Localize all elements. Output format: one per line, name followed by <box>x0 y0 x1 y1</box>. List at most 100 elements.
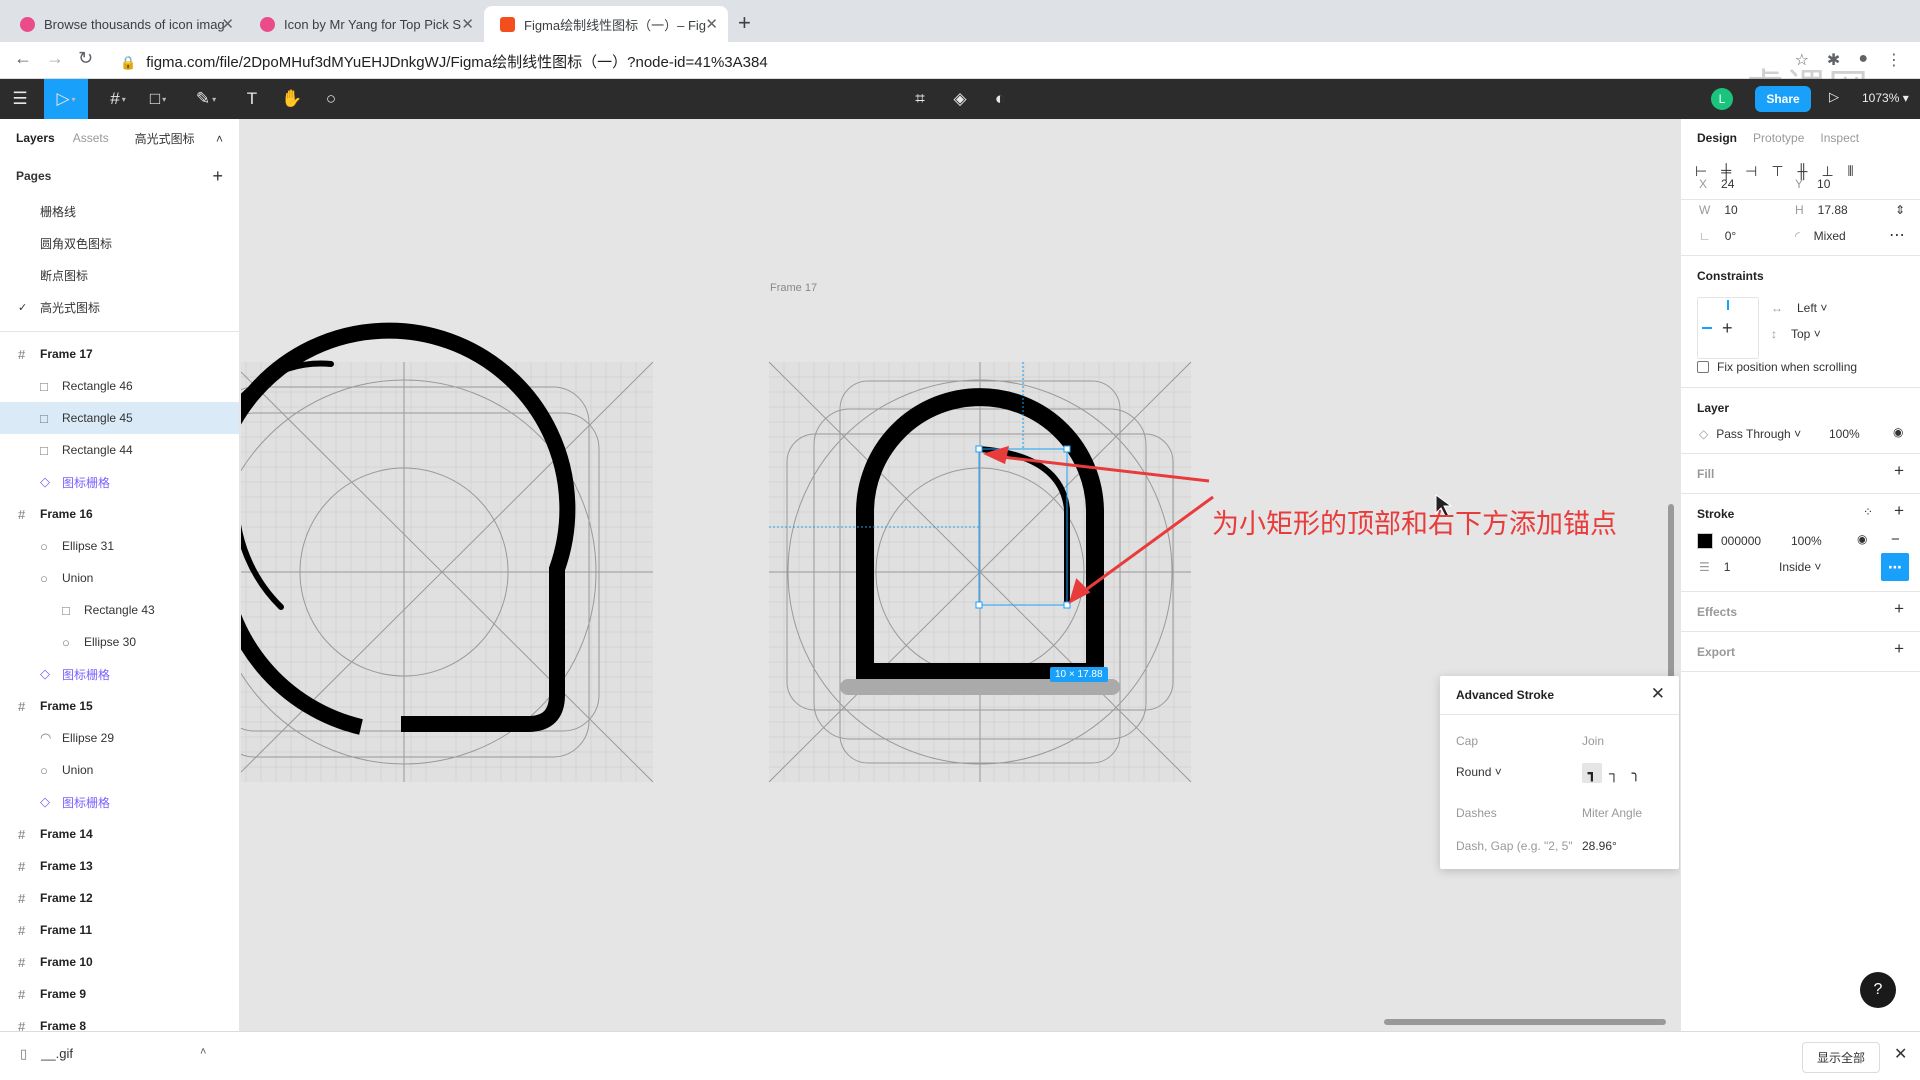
layer-item[interactable]: # Frame 15 <box>0 690 239 722</box>
move-tool[interactable]: ▷ ▾ <box>44 79 88 119</box>
eye-icon[interactable]: ◉ <box>1857 532 1867 546</box>
help-icon[interactable]: ? <box>1860 972 1896 1008</box>
fix-position-checkbox[interactable] <box>1697 361 1709 373</box>
tab-inspect[interactable]: Inspect <box>1820 131 1859 145</box>
url-field[interactable]: 🔒 figma.com/file/2DpoMHuf3dMYuEHJDnkgWJ/F… <box>120 51 768 72</box>
tab-design[interactable]: Design <box>1697 131 1737 145</box>
join-round-icon[interactable]: ╮ <box>1626 763 1646 783</box>
layer-item[interactable]: # Frame 16 <box>0 498 239 530</box>
layer-item[interactable]: □ Rectangle 46 <box>0 370 239 402</box>
w-field[interactable]: W 10 <box>1699 203 1738 217</box>
add-page-icon[interactable]: + <box>212 166 223 187</box>
layer-item[interactable]: ◇ 图标栅格 <box>0 466 239 498</box>
vertical-scrollbar[interactable] <box>1668 504 1674 704</box>
star-icon[interactable]: ☆ <box>1795 50 1809 70</box>
stroke-color-hex[interactable]: 000000 <box>1721 534 1761 548</box>
tab-layers[interactable]: Layers <box>16 131 55 145</box>
browser-tab-1[interactable]: Browse thousands of icon imag ✕ <box>4 6 244 42</box>
layer-item[interactable]: # Frame 12 <box>0 882 239 914</box>
component-icon[interactable]: ◈ <box>940 79 980 119</box>
close-icon[interactable]: ✕ <box>1894 1044 1907 1064</box>
layer-item[interactable]: ○ Union <box>0 754 239 786</box>
download-item[interactable]: ▯ __.gif <box>20 1046 73 1062</box>
rotation-field[interactable]: ∟ 0° <box>1699 229 1736 243</box>
pen-tool[interactable]: ✎ ▾ <box>186 79 226 119</box>
layer-item[interactable]: # Frame 8 <box>0 1010 239 1032</box>
add-stroke-icon[interactable]: + <box>1894 501 1904 521</box>
layer-item[interactable]: # Frame 17 <box>0 338 239 370</box>
constraint-horizontal[interactable]: ↔ Left ˅ <box>1771 301 1827 315</box>
layer-item[interactable]: # Frame 10 <box>0 946 239 978</box>
chevron-up-icon[interactable]: ˄ <box>200 1046 206 1058</box>
page-selector[interactable]: 高光式图标 ˄ <box>135 130 223 147</box>
join-bevel-icon[interactable]: ┐ <box>1604 763 1624 783</box>
shape-tool[interactable]: □ ▾ <box>138 79 178 119</box>
back-icon[interactable]: ← <box>14 48 32 69</box>
horizontal-scrollbar[interactable] <box>1384 1019 1666 1025</box>
join-miter-icon[interactable]: ┓ <box>1582 763 1602 783</box>
tab-prototype[interactable]: Prototype <box>1753 131 1804 145</box>
frame-tool[interactable]: # ▾ <box>98 79 138 119</box>
layer-item[interactable]: ○ Union <box>0 562 239 594</box>
layer-item[interactable]: # Frame 13 <box>0 850 239 882</box>
layer-item[interactable]: ◠ Ellipse 29 <box>0 722 239 754</box>
browser-tab-2[interactable]: Icon by Mr Yang for Top Pick S ✕ <box>244 6 484 42</box>
reload-icon[interactable]: ↻ <box>78 48 93 69</box>
crop-icon[interactable]: ⌗ <box>900 79 940 119</box>
zoom-level[interactable]: 1073% ▾ <box>1862 91 1909 105</box>
add-fill-icon[interactable]: + <box>1894 461 1904 481</box>
page-item-current[interactable]: ✓ 高光式图标 <box>0 291 239 323</box>
new-tab-icon[interactable]: + <box>738 10 751 36</box>
present-icon[interactable]: ▷ <box>1829 89 1839 105</box>
layer-item[interactable]: # Frame 11 <box>0 914 239 946</box>
layer-item[interactable]: ◇ 图标栅格 <box>0 786 239 818</box>
radius-field[interactable]: ◜ Mixed <box>1795 229 1846 243</box>
canvas[interactable]: Frame 17 10 × 17.88 为小矩形的顶部和右下方添加锚点 <box>241 119 1679 1031</box>
constrain-proportions-icon[interactable]: ⇕ <box>1895 203 1905 217</box>
layer-item[interactable]: # Frame 14 <box>0 818 239 850</box>
x-field[interactable]: X 24 <box>1699 177 1734 191</box>
add-effect-icon[interactable]: + <box>1894 599 1904 619</box>
constraint-vertical[interactable]: ↕ Top ˅ <box>1771 327 1821 341</box>
layer-item[interactable]: □ Rectangle 44 <box>0 434 239 466</box>
text-tool[interactable]: T <box>232 79 272 119</box>
h-field[interactable]: H 17.88 <box>1795 203 1848 217</box>
advanced-stroke-button[interactable]: ⋯ <box>1881 553 1909 581</box>
blend-mode-select[interactable]: ◇ Pass Through ˅ <box>1699 427 1801 441</box>
close-icon[interactable]: ✕ <box>705 15 718 33</box>
hand-tool[interactable]: ✋ <box>272 79 312 119</box>
share-button[interactable]: Share <box>1755 86 1811 112</box>
align-right-icon[interactable]: ⊣ <box>1745 163 1757 180</box>
y-field[interactable]: Y 10 <box>1795 177 1830 191</box>
cap-select[interactable]: Round ˅ <box>1456 765 1502 779</box>
contrast-icon[interactable]: ◐ <box>980 79 1020 119</box>
eye-icon[interactable]: ◉ <box>1893 425 1903 439</box>
remove-stroke-icon[interactable]: − <box>1891 531 1900 548</box>
page-item[interactable]: 断点图标 <box>0 259 239 291</box>
page-item[interactable]: 圆角双色图标 <box>0 227 239 259</box>
stroke-color-swatch[interactable] <box>1697 533 1713 549</box>
stroke-opacity[interactable]: 100% <box>1791 534 1822 548</box>
constraints-widget[interactable]: + <box>1697 297 1759 359</box>
main-menu-icon[interactable]: ☰ <box>0 79 40 119</box>
close-icon[interactable]: ✕ <box>1651 684 1665 704</box>
extensions-icon[interactable]: ✱ <box>1827 50 1840 70</box>
align-top-icon[interactable]: ⊤ <box>1771 163 1783 180</box>
page-item[interactable]: 栅格线 <box>0 195 239 227</box>
menu-icon[interactable]: ⋮ <box>1886 50 1902 70</box>
comment-tool[interactable]: ○ <box>311 79 351 119</box>
layer-opacity[interactable]: 100% <box>1829 427 1860 441</box>
stroke-weight-field[interactable]: ☰ 1 <box>1699 560 1730 574</box>
layer-item[interactable]: ○ Ellipse 31 <box>0 530 239 562</box>
layer-item[interactable]: # Frame 9 <box>0 978 239 1010</box>
browser-tab-3[interactable]: Figma绘制线性图标（一）– Fig ✕ <box>484 6 728 42</box>
frame-label[interactable]: Frame 17 <box>770 282 817 294</box>
layer-item[interactable]: ○ Ellipse 30 <box>0 626 239 658</box>
close-icon[interactable]: ✕ <box>221 15 234 33</box>
stroke-align-select[interactable]: Inside ˅ <box>1779 560 1821 574</box>
add-export-icon[interactable]: + <box>1894 639 1904 659</box>
layer-item[interactable]: ◇ 图标栅格 <box>0 658 239 690</box>
tab-assets[interactable]: Assets <box>73 131 109 145</box>
profile-icon[interactable]: ● <box>1858 50 1868 70</box>
close-icon[interactable]: ✕ <box>461 15 474 33</box>
